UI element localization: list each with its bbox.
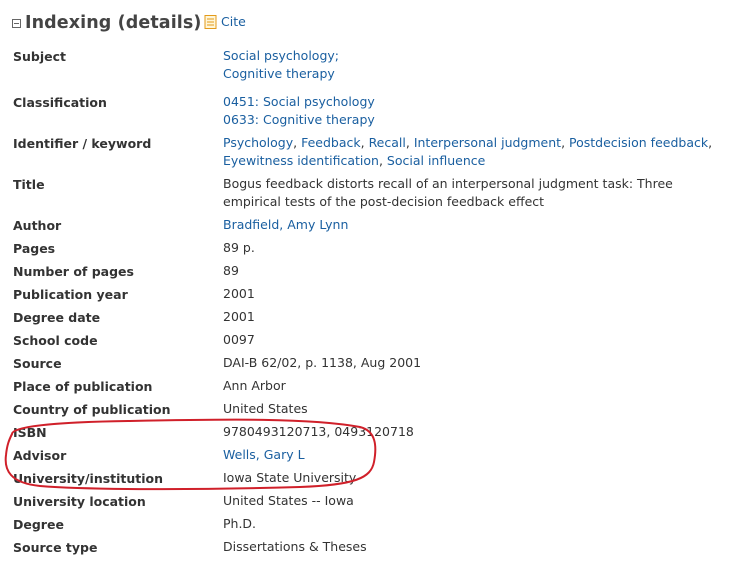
keyword-link-postdecision-feedback[interactable]: Postdecision feedback — [569, 135, 708, 150]
keyword-link-feedback[interactable]: Feedback — [301, 135, 361, 150]
field-label-place-of-publication: Place of publication — [13, 379, 153, 394]
field-label-school-code: School code — [13, 333, 98, 348]
field-label-country-of-publication: Country of publication — [13, 402, 171, 417]
classification-link-0451[interactable]: 0451: Social psychology — [223, 93, 375, 111]
advisor-link[interactable]: Wells, Gary L — [223, 446, 305, 464]
field-label-title: Title — [13, 177, 45, 192]
university-value: Iowa State University — [223, 470, 357, 485]
isbn-value: 9780493120713, 0493120718 — [223, 424, 414, 439]
keyword-line-2: Eyewitness identification, Social influe… — [223, 153, 486, 168]
keyword-link-psychology[interactable]: Psychology — [223, 135, 293, 150]
school-code-value: 0097 — [223, 332, 255, 347]
field-label-university: University/institution — [13, 471, 164, 486]
degree-date-value: 2001 — [223, 309, 255, 324]
title-value-line-2: empirical tests of the post-decision fee… — [223, 194, 545, 209]
field-label-degree: Degree — [13, 517, 64, 532]
classification-link-0633[interactable]: 0633: Cognitive therapy — [223, 111, 375, 129]
field-label-author: Author — [13, 218, 62, 233]
number-of-pages-value: 89 — [223, 263, 239, 278]
keyword-line-1: Psychology, Feedback, Recall, Interperso… — [223, 135, 713, 150]
field-label-advisor: Advisor — [13, 448, 67, 463]
collapse-icon[interactable] — [12, 18, 21, 28]
country-of-publication-value: United States — [223, 401, 308, 416]
university-location-value: United States -- Iowa — [223, 493, 354, 508]
author-link[interactable]: Bradfield, Amy Lynn — [223, 216, 348, 234]
field-label-university-location: University location — [13, 494, 146, 509]
keyword-link-social-influence[interactable]: Social influence — [387, 153, 485, 168]
field-label-degree-date: Degree date — [13, 310, 101, 325]
field-label-source-type: Source type — [13, 540, 98, 555]
title-value-line-1: Bogus feedback distorts recall of an int… — [223, 176, 673, 191]
field-label-source: Source — [13, 356, 62, 371]
subject-link-social-psychology[interactable]: Social psychology; — [223, 47, 339, 65]
cite-label: Cite — [221, 14, 246, 29]
pages-value: 89 p. — [223, 240, 255, 255]
source-type-value: Dissertations & Theses — [223, 539, 367, 554]
publication-year-value: 2001 — [223, 286, 255, 301]
field-label-number-of-pages: Number of pages — [13, 264, 134, 279]
field-label-pages: Pages — [13, 241, 56, 256]
document-icon — [204, 14, 217, 29]
keyword-link-interpersonal-judgment[interactable]: Interpersonal judgment — [414, 135, 561, 150]
section-header: Indexing (details) — [12, 10, 202, 36]
field-label-isbn: ISBN — [13, 425, 47, 440]
field-label-classification: Classification — [13, 95, 107, 110]
field-label-identifier: Identifier / keyword — [13, 136, 152, 151]
cite-link[interactable]: Cite — [204, 14, 246, 29]
keyword-link-eyewitness-identification[interactable]: Eyewitness identification — [223, 153, 379, 168]
field-label-publication-year: Publication year — [13, 287, 128, 302]
place-of-publication-value: Ann Arbor — [223, 378, 286, 393]
field-label-subject: Subject — [13, 49, 66, 64]
degree-value: Ph.D. — [223, 516, 257, 531]
keyword-link-recall[interactable]: Recall — [369, 135, 406, 150]
subject-link-cognitive-therapy[interactable]: Cognitive therapy — [223, 65, 335, 83]
section-title: Indexing (details) — [25, 13, 202, 33]
source-value: DAI-B 62/02, p. 1138, Aug 2001 — [223, 355, 422, 370]
